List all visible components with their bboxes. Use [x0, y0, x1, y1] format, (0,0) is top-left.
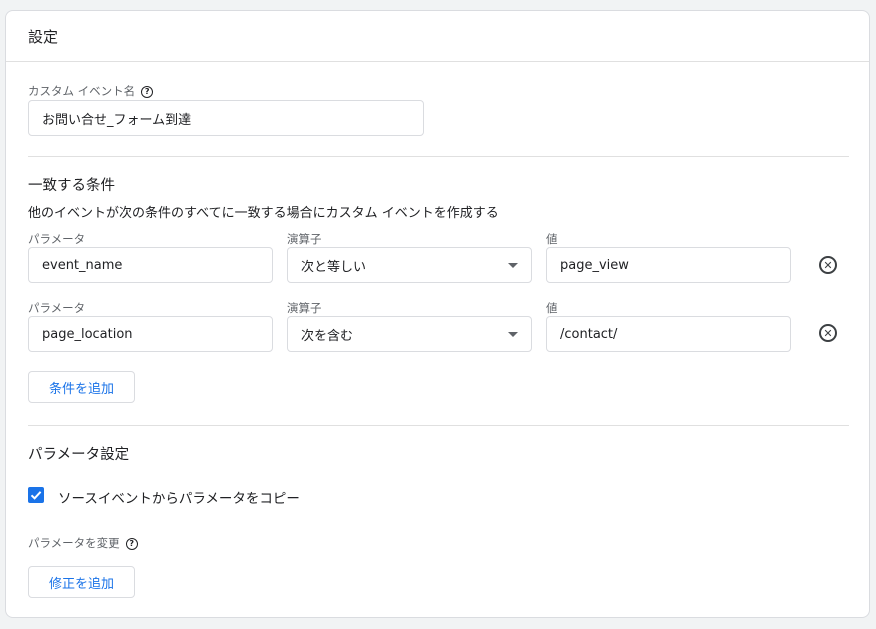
parameter-label: パラメータ	[28, 301, 86, 315]
value-value: /contact/	[560, 326, 618, 342]
value-label: 値	[546, 232, 558, 246]
add-modification-button[interactable]: 修正を追加	[28, 566, 135, 598]
event-name-value: お問い合せ_フォーム到達	[42, 112, 192, 128]
card-header: 設定	[6, 11, 869, 62]
parameter-value: page_location	[42, 326, 133, 342]
checkmark-icon	[30, 491, 42, 500]
operator-select[interactable]: 次と等しい	[287, 247, 532, 283]
operator-select[interactable]: 次を含む	[287, 316, 532, 352]
help-icon[interactable]: ?	[125, 537, 138, 550]
parameter-label: パラメータ	[28, 232, 86, 246]
modify-parameter-label: パラメータを変更	[28, 536, 120, 550]
dropdown-arrow-icon	[508, 263, 518, 268]
value-value: page_view	[560, 257, 629, 273]
remove-condition-icon[interactable]: ✕	[819, 256, 837, 274]
value-label: 値	[546, 301, 558, 315]
divider	[28, 425, 849, 426]
divider	[28, 156, 849, 157]
conditions-description: 他のイベントが次の条件のすべてに一致する場合にカスタム イベントを作成する	[28, 206, 499, 221]
parameter-settings-title: パラメータ設定	[28, 447, 130, 463]
event-name-label: カスタム イベント名	[28, 84, 136, 98]
modify-parameter-label-row: パラメータを変更?	[28, 535, 138, 551]
help-icon[interactable]: ?	[141, 85, 154, 98]
value-input[interactable]: page_view	[546, 247, 791, 283]
event-name-input[interactable]: お問い合せ_フォーム到達	[28, 100, 424, 136]
operator-value: 次を含む	[301, 328, 354, 344]
add-condition-button[interactable]: 条件を追加	[28, 371, 135, 403]
copy-parameters-label[interactable]: ソースイベントからパラメータをコピー	[58, 487, 300, 507]
operator-value: 次と等しい	[301, 259, 367, 275]
operator-label: 演算子	[287, 301, 322, 315]
operator-label: 演算子	[287, 232, 322, 246]
page-title: 設定	[28, 27, 59, 46]
event-name-label-row: カスタム イベント名?	[28, 83, 154, 99]
parameter-input[interactable]: page_location	[28, 316, 273, 352]
parameter-value: event_name	[42, 257, 123, 273]
remove-condition-icon[interactable]: ✕	[819, 324, 837, 342]
copy-parameters-checkbox[interactable]	[28, 487, 44, 503]
value-input[interactable]: /contact/	[546, 316, 791, 352]
settings-card: 設定 カスタム イベント名? お問い合せ_フォーム到達 一致する条件 他のイベン…	[5, 10, 870, 618]
conditions-title: 一致する条件	[28, 178, 115, 194]
dropdown-arrow-icon	[508, 332, 518, 337]
parameter-input[interactable]: event_name	[28, 247, 273, 283]
